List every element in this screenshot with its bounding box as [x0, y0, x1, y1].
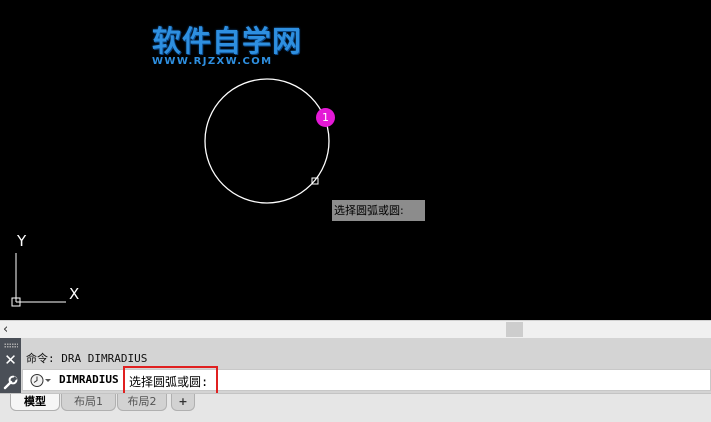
command-line-panel: ✕ 命令: DRA DIMRADIUS DIMRADIUS 选择圆弧或圆:	[0, 338, 711, 395]
scroll-left-arrow-icon[interactable]: ‹	[3, 321, 17, 338]
step-marker: 1	[316, 108, 335, 127]
recent-commands-icon[interactable]	[29, 372, 53, 389]
tab-layout1[interactable]: 布局1	[61, 394, 116, 411]
dynamic-input-tooltip: 选择圆弧或圆:	[332, 200, 425, 221]
grip-handle-icon[interactable]	[4, 343, 18, 348]
close-icon[interactable]: ✕	[2, 352, 19, 369]
active-command-name: DIMRADIUS	[59, 373, 119, 386]
tab-model[interactable]: 模型	[10, 394, 60, 411]
watermark-url: WWW.RJZXW.COM	[152, 56, 273, 67]
scrollbar-thumb[interactable]	[506, 322, 523, 337]
command-panel-sidebar: ✕	[0, 338, 21, 393]
drawing-svg	[11, 78, 330, 307]
add-layout-button[interactable]: +	[171, 394, 195, 411]
command-input-field[interactable]: DIMRADIUS 选择圆弧或圆:	[22, 366, 711, 395]
wrench-icon[interactable]	[2, 374, 19, 391]
command-prompt-text: 选择圆弧或圆:	[129, 375, 209, 389]
command-history-line: 命令: DRA DIMRADIUS	[26, 352, 148, 365]
ucs-y-label: Y	[17, 232, 27, 250]
tab-layout2[interactable]: 布局2	[117, 394, 167, 411]
drawing-canvas[interactable]: 软件自学网 WWW.RJZXW.COM 1 选择圆弧或圆: Y X	[0, 0, 711, 320]
ucs-x-label: X	[69, 285, 80, 303]
layout-tabs-bar: 模型 布局1 布局2 +	[0, 393, 711, 422]
watermark-title: 软件自学网	[152, 24, 303, 58]
circle-entity[interactable]	[204, 78, 330, 204]
horizontal-scrollbar[interactable]: ‹	[0, 320, 711, 338]
